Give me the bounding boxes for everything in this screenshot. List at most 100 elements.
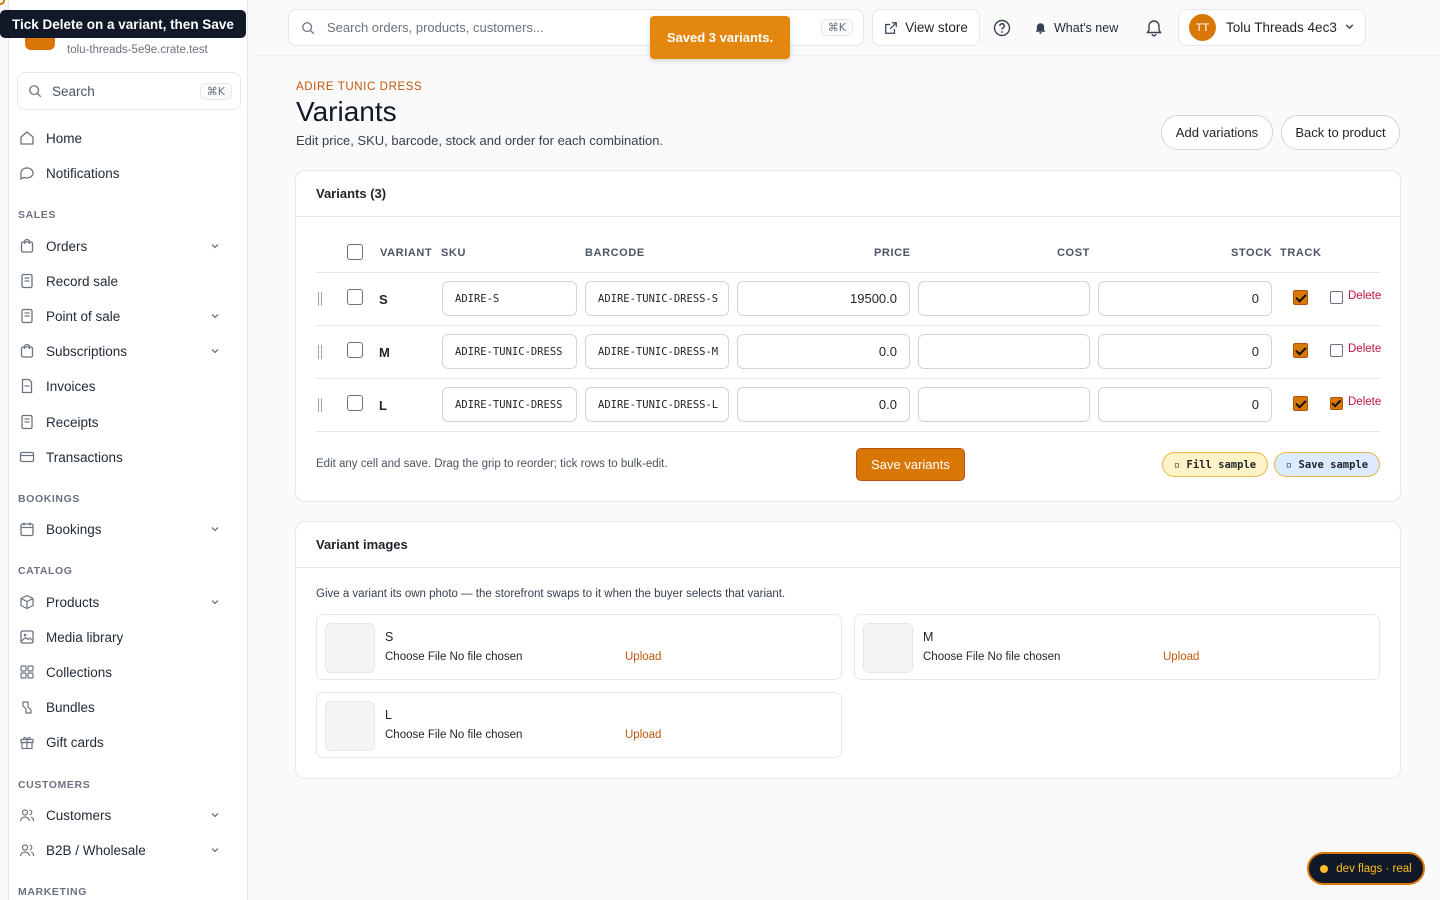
sidebar-search[interactable]: Search ⌘K — [17, 72, 241, 110]
drag-grip-handle[interactable] — [318, 398, 322, 412]
variants-card-title: Variants (3) — [296, 171, 1400, 217]
add-variations-button[interactable]: Add variations — [1161, 115, 1273, 150]
sidebar-search-shortcut: ⌘K — [199, 82, 232, 100]
whats-new-button[interactable]: What's new — [1034, 16, 1118, 40]
chevron-down-icon — [208, 344, 222, 358]
sidebar-item-bookings[interactable]: Bookings — [8, 513, 232, 545]
barcode-input[interactable]: ADIRE-TUNIC-DRESS-L — [585, 387, 729, 422]
document-icon — [18, 377, 36, 395]
price-input[interactable]: 0.0 — [737, 387, 910, 422]
price-input[interactable]: 0.0 — [737, 334, 910, 369]
delete-label[interactable]: Delete — [1348, 343, 1381, 355]
sidebar-item-label: Products — [46, 594, 100, 610]
row-select-checkbox[interactable] — [347, 395, 363, 411]
cost-input[interactable] — [918, 281, 1090, 316]
column-header-track: TRACK — [1280, 247, 1322, 259]
sidebar-item-collections[interactable]: Collections — [8, 656, 232, 688]
image-icon — [18, 628, 36, 646]
chat-bubble-icon — [18, 164, 36, 182]
divider — [316, 272, 1380, 273]
fill-sample-button[interactable]: ▫ Fill sample — [1162, 452, 1268, 477]
track-inventory-checkbox[interactable] — [1293, 396, 1308, 411]
dev-flags-badge[interactable]: dev flags · real — [1307, 852, 1425, 885]
sku-input[interactable]: ADIRE-TUNIC-DRESS — [442, 387, 577, 422]
select-all-checkbox[interactable] — [347, 244, 363, 260]
file-input[interactable]: Choose File No file chosen — [385, 651, 522, 663]
sidebar-section-customers: CUSTOMERS — [18, 779, 91, 791]
sidebar-item-subscriptions[interactable]: Subscriptions — [8, 335, 232, 367]
sidebar-item-label: Receipts — [46, 414, 99, 430]
file-input[interactable]: Choose File No file chosen — [923, 651, 1060, 663]
chevron-down-icon — [208, 843, 222, 857]
track-inventory-checkbox[interactable] — [1293, 343, 1308, 358]
save-variants-button[interactable]: Save variants — [856, 448, 965, 481]
megaphone-bell-icon — [1035, 22, 1046, 34]
stock-input[interactable]: 0 — [1098, 281, 1272, 316]
drag-grip-handle[interactable] — [318, 292, 322, 306]
barcode-input[interactable]: ADIRE-TUNIC-DRESS-S — [585, 281, 729, 316]
sidebar-item-record-sale[interactable]: Record sale — [8, 265, 232, 297]
sidebar-item-notifications[interactable]: Notifications — [8, 157, 232, 189]
view-store-label: View store — [905, 20, 968, 35]
column-header-barcode: BARCODE — [585, 247, 645, 259]
sidebar-item-invoices[interactable]: Invoices — [8, 370, 232, 402]
delete-label[interactable]: Delete — [1348, 396, 1381, 408]
chevron-down-icon — [208, 595, 222, 609]
sku-input[interactable]: ADIRE-S — [442, 281, 577, 316]
back-to-product-button[interactable]: Back to product — [1281, 115, 1400, 150]
sidebar-item-media-library[interactable]: Media library — [8, 621, 232, 653]
delete-label[interactable]: Delete — [1348, 290, 1381, 302]
topbar: Search orders, products, customers... ⌘K… — [256, 0, 1440, 56]
row-select-checkbox[interactable] — [347, 342, 363, 358]
stock-input[interactable]: 0 — [1098, 387, 1272, 422]
search-icon — [29, 85, 42, 98]
variant-image-tile: S Choose File No file chosen Upload — [316, 614, 842, 680]
barcode-input[interactable]: ADIRE-TUNIC-DRESS-M — [585, 334, 729, 369]
bell-icon[interactable] — [1142, 16, 1166, 40]
sidebar-item-label: Subscriptions — [46, 343, 128, 359]
price-input[interactable]: 19500.0 — [737, 281, 910, 316]
page-title: Variants — [296, 96, 397, 127]
store-domain: tolu-threads-5e9e.crate.test — [67, 44, 208, 56]
sidebar-item-gift-cards[interactable]: Gift cards — [8, 726, 232, 758]
delete-checkbox[interactable] — [1330, 291, 1343, 304]
view-store-button[interactable]: View store — [872, 9, 980, 46]
upload-button[interactable]: Upload — [1163, 651, 1199, 663]
upload-button[interactable]: Upload — [625, 651, 661, 663]
sku-input[interactable]: ADIRE-TUNIC-DRESS — [442, 334, 577, 369]
sidebar-item-receipts[interactable]: Receipts — [8, 406, 232, 438]
help-icon[interactable] — [990, 16, 1014, 40]
calendar-icon — [18, 520, 36, 538]
sidebar-item-bundles[interactable]: Bundles — [8, 691, 232, 723]
stock-input[interactable]: 0 — [1098, 334, 1272, 369]
chevron-down-icon — [208, 522, 222, 536]
dev-flags-label: dev flags · real — [1336, 862, 1412, 875]
cost-input[interactable] — [918, 334, 1090, 369]
track-inventory-checkbox[interactable] — [1293, 290, 1308, 305]
avatar: TT — [1189, 14, 1216, 41]
sidebar-item-transactions[interactable]: Transactions — [8, 441, 232, 473]
upload-button[interactable]: Upload — [625, 729, 661, 741]
sidebar-item-orders[interactable]: Orders — [8, 230, 232, 262]
sidebar-item-products[interactable]: Products — [8, 586, 232, 618]
delete-checkbox[interactable] — [1330, 344, 1343, 357]
sidebar-item-point-of-sale[interactable]: Point of sale — [8, 300, 232, 332]
file-input[interactable]: Choose File No file chosen — [385, 729, 522, 741]
variant-name: S — [379, 292, 388, 307]
delete-checkbox[interactable] — [1330, 397, 1343, 410]
sidebar-item-home[interactable]: Home — [8, 122, 232, 154]
receipt-icon — [18, 307, 36, 325]
sidebar-item-b2b-wholesale[interactable]: B2B / Wholesale — [8, 834, 232, 866]
sidebar-item-label: Home — [46, 130, 83, 146]
tour-pointer-dot — [0, 0, 5, 5]
account-menu[interactable]: TT Tolu Threads 4ec3 — [1178, 9, 1366, 46]
drag-grip-handle[interactable] — [318, 345, 322, 359]
row-select-checkbox[interactable] — [347, 289, 363, 305]
grid-icon — [18, 663, 36, 681]
save-sample-button[interactable]: ▫ Save sample — [1274, 452, 1380, 477]
whats-new-label: What's new — [1054, 21, 1119, 35]
chevron-down-icon — [1344, 20, 1355, 35]
sidebar-item-customers[interactable]: Customers — [8, 799, 232, 831]
variant-image-tile: L Choose File No file chosen Upload — [316, 692, 842, 758]
cost-input[interactable] — [918, 387, 1090, 422]
